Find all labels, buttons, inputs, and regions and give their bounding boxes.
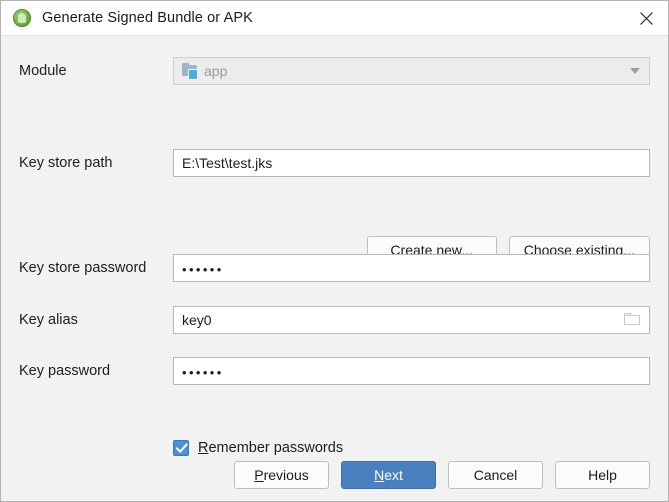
module-value: app [204,63,228,79]
folder-icon[interactable] [624,313,641,326]
key-store-password-value: •••••• [182,261,224,276]
key-password-value: •••••• [182,364,224,379]
dialog-titlebar: Generate Signed Bundle or APK [1,1,668,36]
checkmark-icon [176,443,188,454]
dialog-title: Generate Signed Bundle or APK [42,10,253,26]
key-store-path-input[interactable]: E:\Test\test.jks [173,149,650,177]
close-button[interactable] [624,1,668,36]
key-password-row: Key password •••••• [19,357,650,385]
key-password-input[interactable]: •••••• [173,357,650,385]
previous-label-after: revious [263,467,309,483]
key-store-password-label: Key store password [19,260,147,276]
next-button[interactable]: Next [341,461,436,489]
next-mnemonic: N [374,467,385,483]
key-alias-row: Key alias key0 [19,306,650,334]
previous-button[interactable]: Previous [234,461,329,489]
remember-passwords-row[interactable]: Remember passwords [173,440,343,456]
android-studio-icon [13,9,31,27]
module-row: Module app [19,57,650,85]
module-folder-icon [182,63,198,80]
cancel-label: Cancel [473,467,518,483]
help-button[interactable]: Help [555,461,650,489]
key-store-password-row: Key store password •••••• [19,254,650,282]
key-alias-value: key0 [182,312,212,328]
cancel-button[interactable]: Cancel [448,461,543,489]
remember-passwords-label: Remember passwords [198,440,343,456]
close-icon [639,11,653,25]
key-alias-label: Key alias [19,312,78,328]
previous-mnemonic: P [254,467,264,483]
remember-passwords-mnemonic: R [198,440,209,456]
key-store-path-value: E:\Test\test.jks [182,155,273,171]
generate-signed-bundle-dialog: Generate Signed Bundle or APK Module app… [0,0,669,502]
chevron-down-icon [630,68,640,74]
help-label: Help [588,467,617,483]
next-label-after: ext [384,467,403,483]
key-password-label: Key password [19,363,111,379]
remember-passwords-checkbox[interactable] [173,440,189,456]
remember-passwords-label-after: emember passwords [208,440,344,456]
module-label: Module [19,63,67,79]
dialog-content: Module app Key store path E:\Test\test.j… [1,36,668,501]
key-alias-input[interactable]: key0 [173,306,650,334]
key-store-password-input[interactable]: •••••• [173,254,650,282]
key-store-path-label: Key store path [19,155,113,171]
key-store-path-row: Key store path E:\Test\test.jks [19,149,650,177]
dialog-footer: Previous Next Cancel Help [19,461,650,489]
module-combobox[interactable]: app [173,57,650,85]
